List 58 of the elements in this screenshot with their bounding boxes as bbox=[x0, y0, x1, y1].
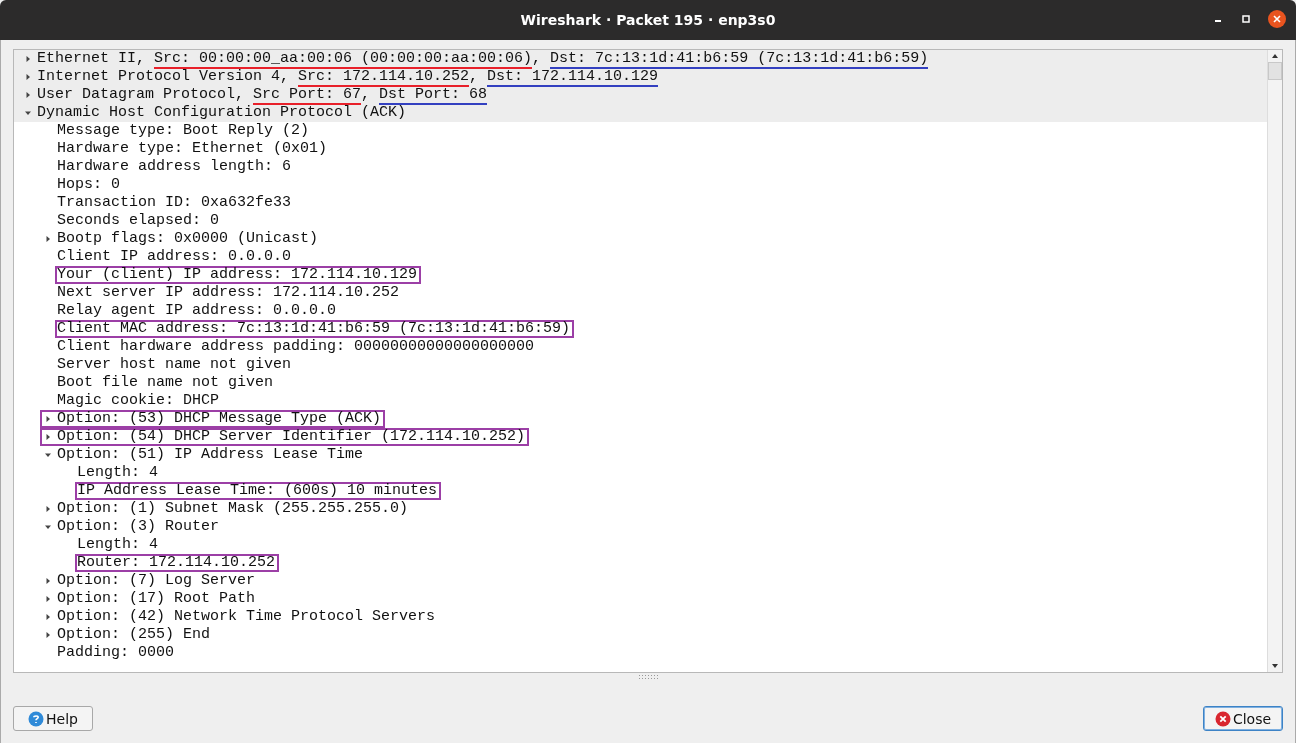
tree-item-text[interactable]: Option: (54) DHCP Server Identifier (172.114.10.252) bbox=[57, 430, 526, 444]
tree-row[interactable]: User Datagram Protocol, Src Port: 67, Dst Port: 68 bbox=[14, 86, 1267, 104]
tree-item-text[interactable]: Relay agent IP address: 0.0.0.0 bbox=[57, 304, 337, 318]
tree-item-text[interactable]: Magic cookie: DHCP bbox=[57, 394, 220, 408]
tree-item-text[interactable]: Option: (51) IP Address Lease Time bbox=[57, 448, 364, 462]
tree-item-text[interactable]: Your (client) IP address: 172.114.10.129 bbox=[57, 268, 418, 282]
close-icon[interactable] bbox=[1268, 10, 1286, 28]
tree-item-text[interactable]: IP Address Lease Time: (600s) 10 minutes bbox=[77, 484, 438, 498]
window-title: Wireshark · Packet 195 · enp3s0 bbox=[520, 12, 776, 28]
tree-item-text[interactable]: Option: (1) Subnet Mask (255.255.255.0) bbox=[57, 502, 409, 516]
tree-item-text[interactable]: Next server IP address: 172.114.10.252 bbox=[57, 286, 400, 300]
tree-item-text[interactable]: Seconds elapsed: 0 bbox=[57, 214, 220, 228]
tree-item-text[interactable]: Padding: 0000 bbox=[57, 646, 175, 660]
collapsed-arrow-icon[interactable] bbox=[44, 433, 52, 441]
tree-item-text[interactable]: Option: (53) DHCP Message Type (ACK) bbox=[57, 412, 382, 426]
tree-item-text[interactable]: Router: 172.114.10.252 bbox=[77, 556, 276, 570]
tree-item-text[interactable]: Hardware type: Ethernet (0x01) bbox=[57, 142, 328, 156]
expanded-arrow-icon[interactable] bbox=[44, 523, 52, 531]
close-button[interactable]: Close bbox=[1203, 706, 1283, 731]
collapsed-arrow-icon[interactable] bbox=[44, 505, 52, 513]
tree-item-text[interactable]: Option: (17) Root Path bbox=[57, 592, 256, 606]
tree-row[interactable]: Internet Protocol Version 4, Src: 172.114.10.252, Dst: 172.114.10.129 bbox=[14, 68, 1267, 86]
help-button[interactable]: Help bbox=[13, 706, 93, 731]
vertical-scrollbar[interactable] bbox=[1267, 50, 1282, 672]
tree-item-text[interactable]: Option: (7) Log Server bbox=[57, 574, 256, 588]
cancel-icon bbox=[1214, 710, 1231, 727]
collapsed-arrow-icon[interactable] bbox=[44, 415, 52, 423]
expanded-arrow-icon[interactable] bbox=[44, 451, 52, 459]
tree-row[interactable]: Dynamic Host Configuration Protocol (ACK) bbox=[14, 104, 1267, 122]
collapsed-arrow-icon[interactable] bbox=[44, 577, 52, 585]
tree-item-text[interactable]: Option: (42) Network Time Protocol Servers bbox=[57, 610, 436, 624]
collapsed-arrow-icon[interactable] bbox=[24, 73, 32, 81]
help-icon bbox=[28, 710, 45, 727]
collapsed-arrow-icon[interactable] bbox=[24, 55, 32, 63]
tree-item-text[interactable]: Hops: 0 bbox=[57, 178, 120, 192]
tree-item-text[interactable]: Option: (255) End bbox=[57, 628, 211, 642]
maximize-icon[interactable] bbox=[1240, 13, 1252, 25]
tree-item-text[interactable]: Length: 4 bbox=[77, 538, 158, 552]
collapsed-arrow-icon[interactable] bbox=[44, 613, 52, 621]
tree-item-text[interactable]: Client MAC address: 7c:13:1d:41:b6:59 (7c:13:1d:41:b6:59) bbox=[57, 322, 571, 336]
tree-item-text[interactable]: Bootp flags: 0x0000 (Unicast) bbox=[57, 232, 319, 246]
tree-item-text[interactable]: Transaction ID: 0xa632fe33 bbox=[57, 196, 292, 210]
expanded-arrow-icon[interactable] bbox=[24, 109, 32, 117]
tree-item-text[interactable]: Length: 4 bbox=[77, 466, 158, 480]
collapsed-arrow-icon[interactable] bbox=[44, 631, 52, 639]
tree-item-text[interactable]: Client hardware address padding: 00000000000000000000 bbox=[57, 340, 535, 354]
collapsed-arrow-icon[interactable] bbox=[44, 235, 52, 243]
tree-row[interactable]: Ethernet II, Src: 00:00:00_aa:00:06 (00:00:00:aa:00:06), Dst: 7c:13:1d:41:b6:59 (7c:13:1d:41:b6:59) bbox=[14, 50, 1267, 68]
tree-item-text[interactable]: Server host name not given bbox=[57, 358, 292, 372]
tree-item-text[interactable]: Option: (3) Router bbox=[57, 520, 220, 534]
tree-item-text[interactable]: Hardware address length: 6 bbox=[57, 160, 292, 174]
tree-item-text[interactable]: Dynamic Host Configuration Protocol (ACK) bbox=[37, 106, 407, 120]
scrollbar-thumb[interactable] bbox=[1268, 62, 1282, 80]
tree-item-text[interactable]: Message type: Boot Reply (2) bbox=[57, 124, 310, 138]
collapsed-arrow-icon[interactable] bbox=[44, 595, 52, 603]
tree-item-text[interactable]: Client IP address: 0.0.0.0 bbox=[57, 250, 292, 264]
tree-item-text[interactable]: Boot file name not given bbox=[57, 376, 274, 390]
collapsed-arrow-icon[interactable] bbox=[24, 91, 32, 99]
